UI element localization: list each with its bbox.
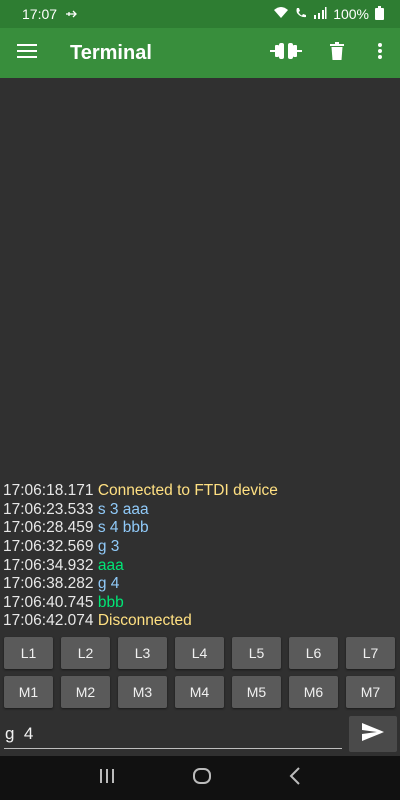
log-line: 17:06:28.459 s 4 bbb: [3, 519, 278, 538]
log-text: aaa: [97, 556, 124, 574]
log-line: 17:06:34.932 aaa: [3, 557, 278, 576]
macro-key-m3[interactable]: M3: [118, 676, 167, 708]
log-timestamp: 17:06:42.074: [3, 612, 94, 630]
recent-apps-button[interactable]: [99, 768, 115, 789]
macro-key-l3[interactable]: L3: [118, 637, 167, 669]
macro-key-l7[interactable]: L7: [346, 637, 395, 669]
app-title: Terminal: [70, 41, 152, 64]
back-button[interactable]: [289, 766, 301, 790]
connect-button[interactable]: [258, 28, 314, 78]
usb-debug-icon: [65, 6, 79, 22]
log-line: 17:06:40.745 bbb: [3, 594, 278, 613]
log-text: Connected to FTDI device: [97, 482, 278, 500]
battery-level: 100%: [333, 6, 369, 22]
macro-key-l2[interactable]: L2: [61, 637, 110, 669]
status-bar: 17:07 100%: [0, 0, 400, 28]
log-timestamp: 17:06:38.282: [3, 575, 94, 593]
macro-key-l5[interactable]: L5: [232, 637, 281, 669]
log-text: s 3 aaa: [97, 500, 149, 518]
clear-button[interactable]: [314, 28, 360, 78]
log-line: 17:06:38.282 g 4: [3, 575, 278, 594]
macro-key-m4[interactable]: M4: [175, 676, 224, 708]
log-timestamp: 17:06:34.932: [3, 556, 94, 574]
log-text: g 4: [97, 575, 120, 593]
log-text: Disconnected: [97, 612, 192, 630]
macro-key-l6[interactable]: L6: [289, 637, 338, 669]
command-input[interactable]: [4, 719, 342, 749]
send-button[interactable]: [349, 716, 397, 752]
log-text: g 3: [97, 538, 120, 556]
send-icon: [362, 722, 384, 746]
menu-button[interactable]: [0, 28, 54, 78]
hamburger-icon: [17, 43, 37, 64]
status-time: 17:07: [22, 6, 58, 22]
macro-key-m2[interactable]: M2: [61, 676, 110, 708]
log-text: s 4 bbb: [97, 519, 149, 537]
macro-keys-panel: L1 L2 L3 L4 L5 L6 L7 M1 M2 M3 M4 M5 M6 M7: [0, 633, 400, 713]
call-icon: [295, 6, 307, 22]
log-timestamp: 17:06:28.459: [3, 519, 94, 537]
macro-key-l1[interactable]: L1: [4, 637, 53, 669]
log-text: bbb: [97, 593, 124, 611]
more-vert-icon: [378, 42, 382, 64]
log-line: 17:06:42.074 Disconnected: [3, 612, 278, 631]
terminal-output[interactable]: 17:06:18.171 Connected to FTDI device 17:…: [0, 78, 400, 633]
macro-key-m6[interactable]: M6: [289, 676, 338, 708]
battery-icon: [375, 5, 384, 23]
overflow-menu-button[interactable]: [360, 28, 400, 78]
log-timestamp: 17:06:18.171: [3, 482, 94, 500]
log-timestamp: 17:06:40.745: [3, 593, 94, 611]
macro-key-m5[interactable]: M5: [232, 676, 281, 708]
macro-row-l: L1 L2 L3 L4 L5 L6 L7: [4, 637, 395, 669]
home-button[interactable]: [192, 766, 212, 791]
macro-key-l4[interactable]: L4: [175, 637, 224, 669]
input-row: [0, 713, 400, 756]
log-line: 17:06:18.171 Connected to FTDI device: [3, 482, 278, 501]
macro-row-m: M1 M2 M3 M4 M5 M6 M7: [4, 676, 395, 708]
trash-icon: [330, 41, 344, 65]
macro-key-m7[interactable]: M7: [346, 676, 395, 708]
wifi-icon: [273, 6, 289, 22]
log-line: 17:06:32.569 g 3: [3, 538, 278, 557]
macro-key-m1[interactable]: M1: [4, 676, 53, 708]
connection-plug-icon: [270, 41, 302, 66]
signal-icon: [313, 6, 327, 22]
log-timestamp: 17:06:32.569: [3, 538, 94, 556]
log-timestamp: 17:06:23.533: [3, 500, 94, 518]
log-line: 17:06:23.533 s 3 aaa: [3, 501, 278, 520]
terminal-log: 17:06:18.171 Connected to FTDI device 17:…: [3, 482, 278, 631]
system-nav-bar: [0, 756, 400, 800]
app-bar: Terminal: [0, 28, 400, 78]
